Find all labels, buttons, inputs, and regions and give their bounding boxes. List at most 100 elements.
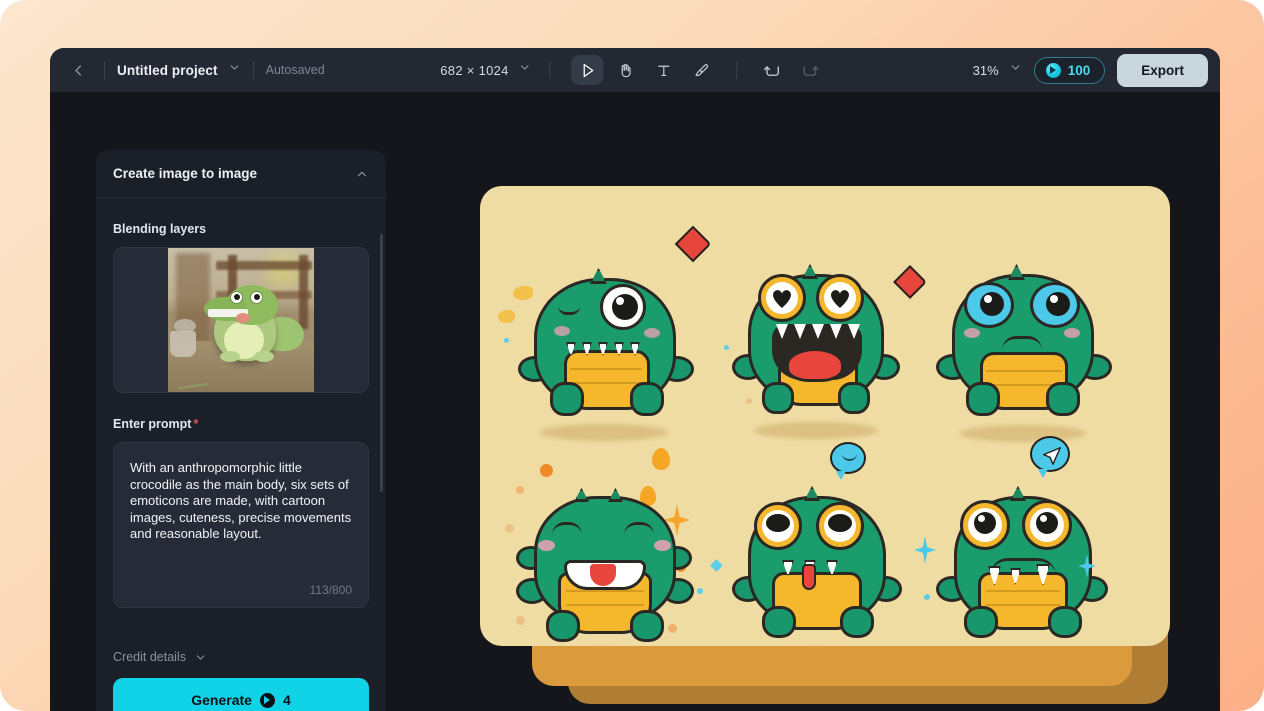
project-name[interactable]: Untitled project xyxy=(117,63,218,78)
credit-details-toggle[interactable]: Credit details xyxy=(113,650,369,664)
panel-collapse-button[interactable] xyxy=(355,167,369,181)
hand-icon xyxy=(621,63,631,77)
croc-cheek xyxy=(1064,328,1080,338)
paper-plane-icon xyxy=(1043,447,1061,465)
panel-title: Create image to image xyxy=(113,166,258,181)
croc-eye-highlight xyxy=(1050,295,1058,303)
chevron-up-icon xyxy=(357,171,367,176)
croc-cheek xyxy=(538,540,555,551)
undo-button[interactable] xyxy=(757,55,789,85)
brush-tool-button[interactable] xyxy=(686,55,718,85)
hand-tool-button[interactable] xyxy=(610,55,642,85)
back-button[interactable] xyxy=(64,56,92,84)
chevron-left-icon xyxy=(74,64,81,76)
decor-heart xyxy=(674,225,712,263)
project-dropdown-button[interactable] xyxy=(228,61,241,79)
croc-hand xyxy=(966,382,1000,416)
divider xyxy=(736,61,738,79)
croc-cheek xyxy=(554,326,570,336)
croc-hand xyxy=(964,606,998,638)
text-t-icon xyxy=(658,65,670,76)
chevron-down-icon xyxy=(521,65,530,70)
canvas[interactable] xyxy=(386,92,1220,711)
croc-pupil xyxy=(1046,292,1070,316)
sticker-shadow xyxy=(540,424,668,441)
croc-spike xyxy=(574,488,589,502)
decor-dot-blue xyxy=(924,594,930,600)
croc-mouth-frown xyxy=(1002,336,1042,350)
photo-croc-tongue xyxy=(236,313,250,323)
panel-footer: Credit details Generate 4 xyxy=(96,650,386,711)
croc-tongue xyxy=(802,564,816,590)
canvas-dimensions: 682 × 1024 xyxy=(440,62,509,78)
croc-spike xyxy=(804,486,820,501)
prompt-label: Enter prompt * xyxy=(113,417,369,431)
croc-pupil xyxy=(980,292,1004,316)
redo-arrow-icon xyxy=(804,66,820,76)
toolbar-right-group: 31% 100 Export xyxy=(973,53,1208,87)
croc-pupil xyxy=(766,514,790,532)
photo-croc-foot xyxy=(254,351,274,362)
sticker-croc-sleepy[interactable] xyxy=(512,486,708,646)
select-tool-button[interactable] xyxy=(571,55,604,85)
workspace: Create image to image Blending layers En… xyxy=(50,92,1220,711)
croc-belly-line xyxy=(986,604,1060,606)
chevron-down-icon xyxy=(196,654,205,660)
croc-spike xyxy=(590,268,607,284)
generate-label: Generate xyxy=(191,692,252,708)
redo-button[interactable] xyxy=(795,55,827,85)
croc-hand xyxy=(550,382,584,416)
croc-spike xyxy=(1010,486,1026,501)
app-window: Untitled project Autosaved 682 × 1024 31… xyxy=(50,48,1220,711)
photo-sun-glow xyxy=(264,251,304,289)
required-marker: * xyxy=(193,417,199,431)
croc-cheek xyxy=(644,328,660,338)
blending-layers-dropzone[interactable] xyxy=(113,247,369,393)
sticker-croc-winking[interactable] xyxy=(512,264,712,454)
generated-image-sheet[interactable] xyxy=(480,186,1170,646)
sticker-croc-tongue-out[interactable] xyxy=(728,484,920,646)
credit-coin-icon xyxy=(1045,62,1061,78)
text-tool-button[interactable] xyxy=(648,55,680,85)
bubble-tail xyxy=(836,471,846,480)
croc-hand xyxy=(1046,382,1080,416)
decor-speech-bubble xyxy=(830,442,866,474)
croc-spike xyxy=(1008,264,1025,280)
prompt-label-text: Enter prompt xyxy=(113,417,192,431)
bubble-smile-icon xyxy=(842,453,857,461)
photo-croc-pupil xyxy=(234,294,240,300)
character-counter: 113/800 xyxy=(309,583,353,597)
panel-header[interactable]: Create image to image xyxy=(96,150,386,198)
croc-pupil xyxy=(1036,512,1058,534)
zoom-dropdown-button[interactable] xyxy=(1009,61,1022,79)
croc-belly-line xyxy=(570,382,642,384)
croc-hand xyxy=(838,382,870,414)
croc-hand xyxy=(840,606,874,638)
croc-belly-line xyxy=(566,590,644,592)
cursor-arrow-icon xyxy=(583,63,594,77)
reference-image-thumbnail[interactable] xyxy=(168,248,314,392)
photo-croc-pupil xyxy=(254,294,260,300)
croc-hand xyxy=(762,382,794,414)
sticker-croc-heart-eyes[interactable] xyxy=(728,258,918,453)
dimensions-dropdown-button[interactable] xyxy=(519,61,532,79)
chevron-down-icon xyxy=(1011,65,1020,70)
sticker-croc-sad[interactable] xyxy=(930,260,1130,455)
prompt-input[interactable]: With an anthropomorphic little crocodile… xyxy=(113,442,369,608)
undo-arrow-icon xyxy=(764,66,780,76)
credit-balance-badge[interactable]: 100 xyxy=(1033,56,1106,84)
zoom-control[interactable]: 31% xyxy=(973,61,1022,79)
brush-icon xyxy=(695,63,709,76)
generate-button[interactable]: Generate 4 xyxy=(113,678,369,711)
croc-pupil xyxy=(974,512,996,534)
decor-droplet-orange xyxy=(652,448,670,470)
left-panel: Create image to image Blending layers En… xyxy=(96,150,386,711)
croc-eye-highlight xyxy=(1040,515,1047,522)
photo-fence-post xyxy=(299,255,308,329)
export-button[interactable]: Export xyxy=(1117,53,1208,87)
sticker-croc-surprised[interactable] xyxy=(932,482,1128,646)
croc-belly-line xyxy=(570,368,642,370)
sticker-shadow xyxy=(754,422,878,439)
panel-scrollbar[interactable] xyxy=(380,234,383,492)
sticker-shadow xyxy=(960,425,1086,442)
